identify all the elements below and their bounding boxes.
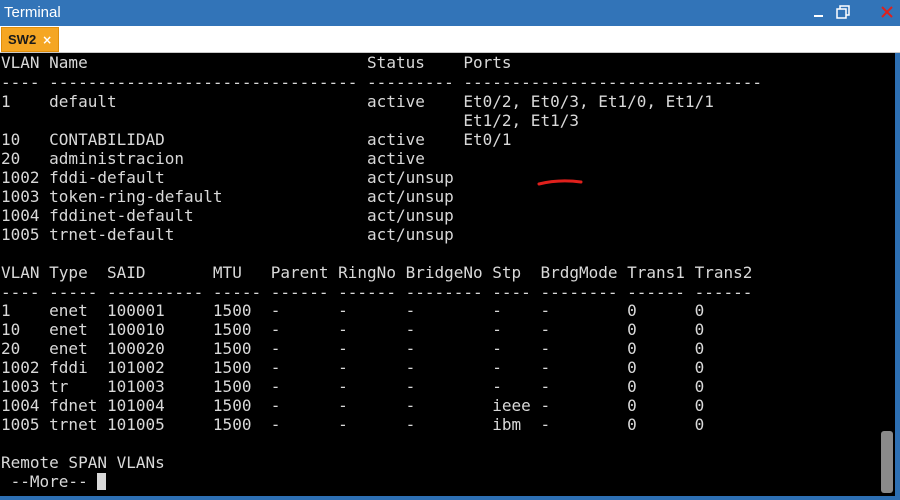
terminal-line: 1 enet 100001 1500 - - - - - 0 0 <box>1 301 705 320</box>
terminal-line: 1004 fdnet 101004 1500 - - - ieee - 0 0 <box>1 396 705 415</box>
more-prompt-text: --More-- <box>1 472 98 491</box>
terminal-line: 1002 fddi-default act/unsup <box>1 168 454 187</box>
terminal-line: ---- ----- ---------- ----- ------ -----… <box>1 283 753 302</box>
terminal-line: 20 enet 100020 1500 - - - - - 0 0 <box>1 339 705 358</box>
more-prompt: --More-- <box>1 472 107 491</box>
terminal-line: 1003 tr 101003 1500 - - - - - 0 0 <box>1 377 705 396</box>
terminal-line: 1 default active Et0/2, Et0/3, Et1/0, Et… <box>1 92 714 111</box>
terminal-line: 1003 token-ring-default act/unsup <box>1 187 454 206</box>
tab-label: SW2 <box>8 32 37 47</box>
window-title: Terminal <box>4 4 61 21</box>
red-underline-annotation <box>537 179 583 186</box>
window-titlebar: Terminal <box>0 0 900 26</box>
scrollbar-thumb[interactable] <box>881 431 893 493</box>
window-border-bottom <box>0 496 900 500</box>
tab-sw2[interactable]: SW2 × <box>1 27 60 52</box>
terminal-line: VLAN Name Status Ports <box>1 53 512 72</box>
tab-bar: SW2 × <box>0 26 900 53</box>
window-border-right <box>895 53 900 500</box>
terminal-line: Remote SPAN VLANs <box>1 453 165 472</box>
cursor-block <box>97 473 107 490</box>
restore-icon[interactable] <box>835 4 851 20</box>
terminal-line: 1005 trnet 101005 1500 - - - ibm - 0 0 <box>1 415 705 434</box>
terminal-line: VLAN Type SAID MTU Parent RingNo BridgeN… <box>1 263 753 282</box>
terminal-line: 1002 fddi 101002 1500 - - - - - 0 0 <box>1 358 705 377</box>
terminal-line: Et1/2, Et1/3 <box>1 111 579 130</box>
minimize-icon[interactable] <box>811 4 827 20</box>
terminal-line: 20 administracion active <box>1 149 425 168</box>
terminal-output[interactable]: VLAN Name Status Ports ---- ------------… <box>0 53 880 496</box>
terminal-line: 1004 fddinet-default act/unsup <box>1 206 454 225</box>
terminal-line: 1005 trnet-default act/unsup <box>1 225 454 244</box>
terminal-line: 10 CONTABILIDAD active Et0/1 <box>1 130 512 149</box>
scrollbar[interactable] <box>880 53 895 496</box>
terminal-line: 10 enet 100010 1500 - - - - - 0 0 <box>1 320 705 339</box>
tab-close-icon[interactable]: × <box>42 33 52 47</box>
terminal-line: ---- -------------------------------- --… <box>1 73 762 92</box>
close-icon[interactable] <box>879 4 895 20</box>
